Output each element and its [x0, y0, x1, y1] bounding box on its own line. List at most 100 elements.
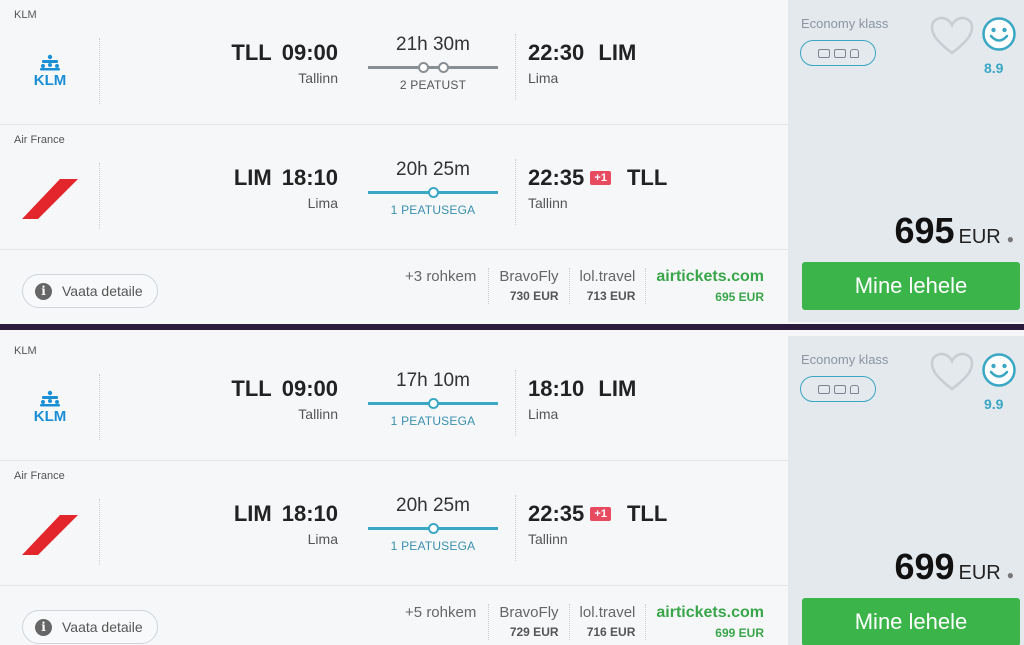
stop-dot: [438, 62, 450, 73]
heart-icon[interactable]: [930, 16, 974, 56]
flight-leg[interactable]: Air France LIM 18:10 Lima 20h 25m 1 PEATU…: [0, 125, 788, 250]
flight-result-card: KLM KLM TLL 09:00 Tallinn 17h 10m 1 PEATU…: [0, 336, 1024, 645]
stops-line: [368, 521, 498, 535]
price-panel: Economy klass 9.9 699 EUR ● Mine lehele: [788, 336, 1024, 645]
arrival-info: 22:30 LIM Lima: [528, 40, 646, 86]
provider-price: 699 EUR: [715, 626, 764, 640]
price-panel: Economy klass 8.9 695 EUR ● Mine lehele: [788, 0, 1024, 322]
airline-logo: KLM: [12, 374, 100, 440]
airline-logo: [12, 163, 100, 229]
duration-info: 20h 25m 1 PEATUSEGA: [368, 495, 498, 553]
more-providers-link[interactable]: +5 rohkem: [393, 604, 488, 640]
departure-city: Lima: [307, 195, 338, 211]
provider-name: BravoFly: [499, 604, 559, 621]
rating-score: 9.9: [984, 396, 1004, 412]
departure-info: TLL 09:00 Tallinn: [231, 40, 338, 86]
view-details-button[interactable]: i Vaata detaile: [22, 610, 158, 644]
provider-price: 695 EUR: [715, 290, 764, 304]
flight-legs: KLM KLM TLL 09:00 Tallinn 21h 30m 2 PEATU…: [0, 0, 788, 322]
stop-dot: [428, 398, 439, 409]
cabin-class: Economy klass: [801, 16, 889, 31]
svg-text:KLM: KLM: [34, 72, 67, 88]
price-currency: EUR: [958, 562, 1001, 584]
view-details-label: Vaata detaile: [62, 283, 143, 299]
arrival-airport-code: TLL: [626, 165, 668, 190]
view-details-button[interactable]: i Vaata detaile: [22, 274, 158, 308]
provider-option-best[interactable]: airtickets.com 699 EUR: [645, 604, 774, 640]
departure-city: Tallinn: [298, 70, 338, 86]
flight-leg[interactable]: KLM KLM TLL 09:00 Tallinn 21h 30m 2 PEATU…: [0, 0, 788, 125]
provider-option[interactable]: BravoFly 729 EUR: [488, 604, 568, 640]
stops-label: 1 PEATUSEGA: [390, 414, 476, 428]
provider-name: lol.travel: [579, 604, 636, 621]
duration-info: 17h 10m 1 PEATUSEGA: [368, 370, 498, 428]
arrival-city: Tallinn: [528, 195, 568, 211]
air-france-logo: [22, 515, 78, 555]
column-divider: [515, 495, 516, 561]
stops-label: 1 PEATUSEGA: [390, 539, 476, 553]
rating-score: 8.9: [984, 60, 1004, 76]
provider-price: 729 EUR: [509, 625, 559, 639]
departure-airport-code: TLL: [231, 376, 272, 401]
arrival-time: 22:35: [528, 501, 585, 526]
provider-option[interactable]: lol.travel 716 EUR: [568, 604, 646, 640]
heart-icon[interactable]: [930, 352, 974, 392]
flight-duration: 17h 10m: [396, 370, 470, 391]
klm-logo: KLM: [34, 54, 67, 88]
arrival-info: 22:35 +1 TLL Tallinn: [528, 165, 677, 211]
arrival-time: 22:35: [528, 165, 585, 190]
departure-time: 18:10: [281, 165, 338, 190]
price-amount: 695: [894, 210, 955, 251]
departure-airport-code: LIM: [233, 501, 272, 526]
stops-label: 1 PEATUSEGA: [390, 203, 476, 217]
total-price: 695 EUR ●: [894, 210, 1014, 252]
arrival-info: 18:10 LIM Lima: [528, 376, 646, 422]
provider-option[interactable]: BravoFly 730 EUR: [488, 268, 568, 304]
smiley-icon: [982, 17, 1016, 51]
flight-duration: 20h 25m: [396, 495, 470, 516]
provider-list: +3 rohkem BravoFly 730 EUR lol.travel 71…: [393, 268, 774, 304]
go-to-site-button[interactable]: Mine lehele: [802, 262, 1020, 310]
duration-info: 20h 25m 1 PEATUSEGA: [368, 159, 498, 217]
seat-icon: [849, 384, 859, 394]
amenities-badge[interactable]: [800, 376, 876, 402]
flight-leg[interactable]: Air France LIM 18:10 Lima 20h 25m 1 PEATU…: [0, 461, 788, 586]
person-icon: ●: [1006, 568, 1014, 582]
price-amount: 699: [894, 546, 955, 587]
stops-line: [368, 396, 498, 410]
card-footer: i Vaata detaile +3 rohkem BravoFly 730 E…: [0, 250, 788, 322]
provider-name: lol.travel: [579, 268, 636, 285]
card-footer: i Vaata detaile +5 rohkem BravoFly 729 E…: [0, 586, 788, 645]
provider-option-best[interactable]: airtickets.com 695 EUR: [645, 268, 774, 304]
flight-leg[interactable]: KLM KLM TLL 09:00 Tallinn 17h 10m 1 PEATU…: [0, 336, 788, 461]
klm-logo: KLM: [34, 390, 66, 424]
arrival-time: 22:30: [528, 40, 585, 65]
amenities-badge[interactable]: [800, 40, 876, 66]
air-france-logo: [22, 179, 78, 219]
provider-option[interactable]: lol.travel 713 EUR: [568, 268, 646, 304]
departure-info: LIM 18:10 Lima: [234, 165, 338, 211]
stops-label: 2 PEATUST: [399, 78, 467, 92]
next-day-badge: +1: [590, 171, 611, 185]
provider-list: +5 rohkem BravoFly 729 EUR lol.travel 71…: [393, 604, 774, 640]
departure-info: TLL 09:00 Tallinn: [231, 376, 338, 422]
seat-icon: [817, 48, 830, 58]
cabin-class: Economy klass: [801, 352, 889, 367]
arrival-airport-code: LIM: [598, 376, 637, 401]
seat-icon: [833, 384, 846, 394]
duration-info: 21h 30m 2 PEATUST: [368, 34, 498, 92]
view-details-label: Vaata detaile: [62, 619, 143, 635]
flight-result-card: KLM KLM TLL 09:00 Tallinn 21h 30m 2 PEATU…: [0, 0, 1024, 322]
departure-info: LIM 18:10 Lima: [234, 501, 338, 547]
provider-price: 716 EUR: [586, 625, 636, 639]
more-providers-link[interactable]: +3 rohkem: [393, 268, 488, 304]
airline-name: KLM: [14, 345, 37, 357]
flight-duration: 21h 30m: [396, 34, 470, 55]
person-icon: ●: [1006, 232, 1014, 246]
seat-icon: [817, 384, 830, 394]
column-divider: [515, 159, 516, 225]
airline-name: Air France: [14, 470, 65, 482]
arrival-info: 22:35 +1 TLL Tallinn: [528, 501, 677, 547]
go-to-site-button[interactable]: Mine lehele: [802, 598, 1020, 645]
provider-price: 713 EUR: [586, 289, 636, 303]
